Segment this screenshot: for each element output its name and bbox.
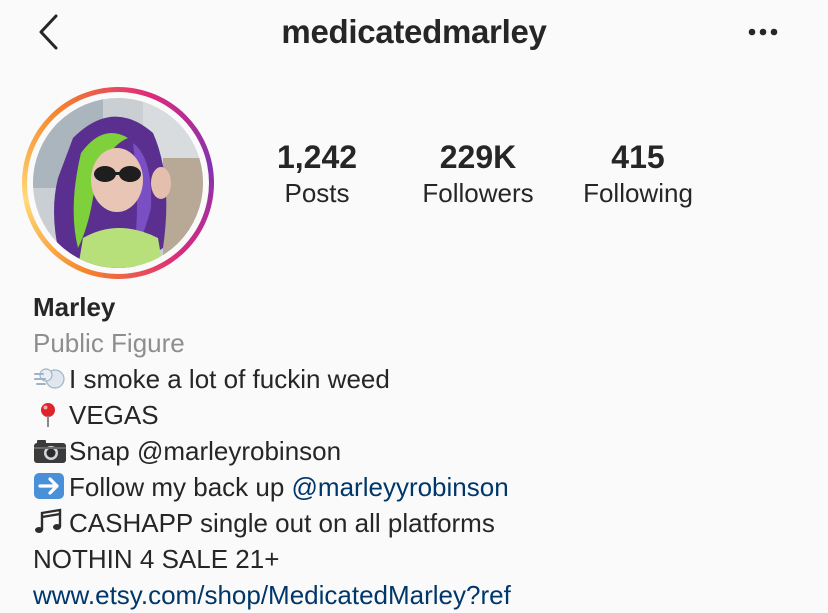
more-options-button[interactable] — [745, 22, 785, 42]
bio-line-backup-text: Follow my back up — [69, 472, 292, 502]
posts-label: Posts — [284, 178, 350, 208]
camera-icon — [33, 437, 67, 473]
website-link[interactable]: www.etsy.com/shop/MedicatedMarley?ref — [33, 577, 813, 613]
avatar-photo — [33, 98, 203, 268]
backup-account-mention-link[interactable]: @marleyyrobinson — [292, 472, 509, 502]
bio-line-music: CASHAPP single out on all platforms — [33, 505, 813, 541]
bio-line-smoke: I smoke a lot of fuckin weed — [33, 361, 813, 397]
music-notes-icon — [33, 508, 67, 545]
stat-followers[interactable]: 229K Followers — [408, 138, 548, 210]
posts-count: 1,242 — [276, 139, 358, 175]
bio-line-music-text: CASHAPP single out on all platforms — [69, 508, 495, 538]
following-count: 415 — [611, 139, 665, 175]
bio-line-location-text: VEGAS — [69, 400, 159, 430]
top-bar: medicatedmarley — [0, 0, 828, 66]
profile-category: Public Figure — [33, 328, 185, 358]
avatar-story-ring[interactable] — [22, 87, 214, 279]
profile-bio: Marley Public Figure I smoke a lot of fu… — [33, 289, 813, 613]
avatar — [33, 98, 203, 268]
followers-label: Followers — [422, 178, 534, 208]
following-label: Following — [583, 178, 693, 208]
display-name: Marley — [33, 292, 116, 322]
followers-count: 229K — [439, 139, 517, 175]
bio-line-snap-text: Snap @marleyrobinson — [69, 436, 342, 466]
stat-following[interactable]: 415 Following — [568, 138, 708, 210]
bio-line-notice: NOTHIN 4 SALE 21+ — [33, 544, 280, 574]
right-arrow-icon — [33, 472, 67, 509]
stat-posts: 1,242 Posts — [262, 138, 372, 210]
dash-smoke-icon — [33, 365, 67, 401]
bio-line-location: VEGAS — [33, 397, 813, 433]
round-pushpin-icon — [33, 401, 67, 437]
ellipsis-icon — [748, 28, 778, 36]
bio-line-smoke-text: I smoke a lot of fuckin weed — [69, 364, 390, 394]
profile-username: medicatedmarley — [281, 13, 547, 50]
bio-line-backup: Follow my back up @marleyyrobinson — [33, 469, 813, 505]
bio-line-snap: Snap @marleyrobinson — [33, 433, 813, 469]
